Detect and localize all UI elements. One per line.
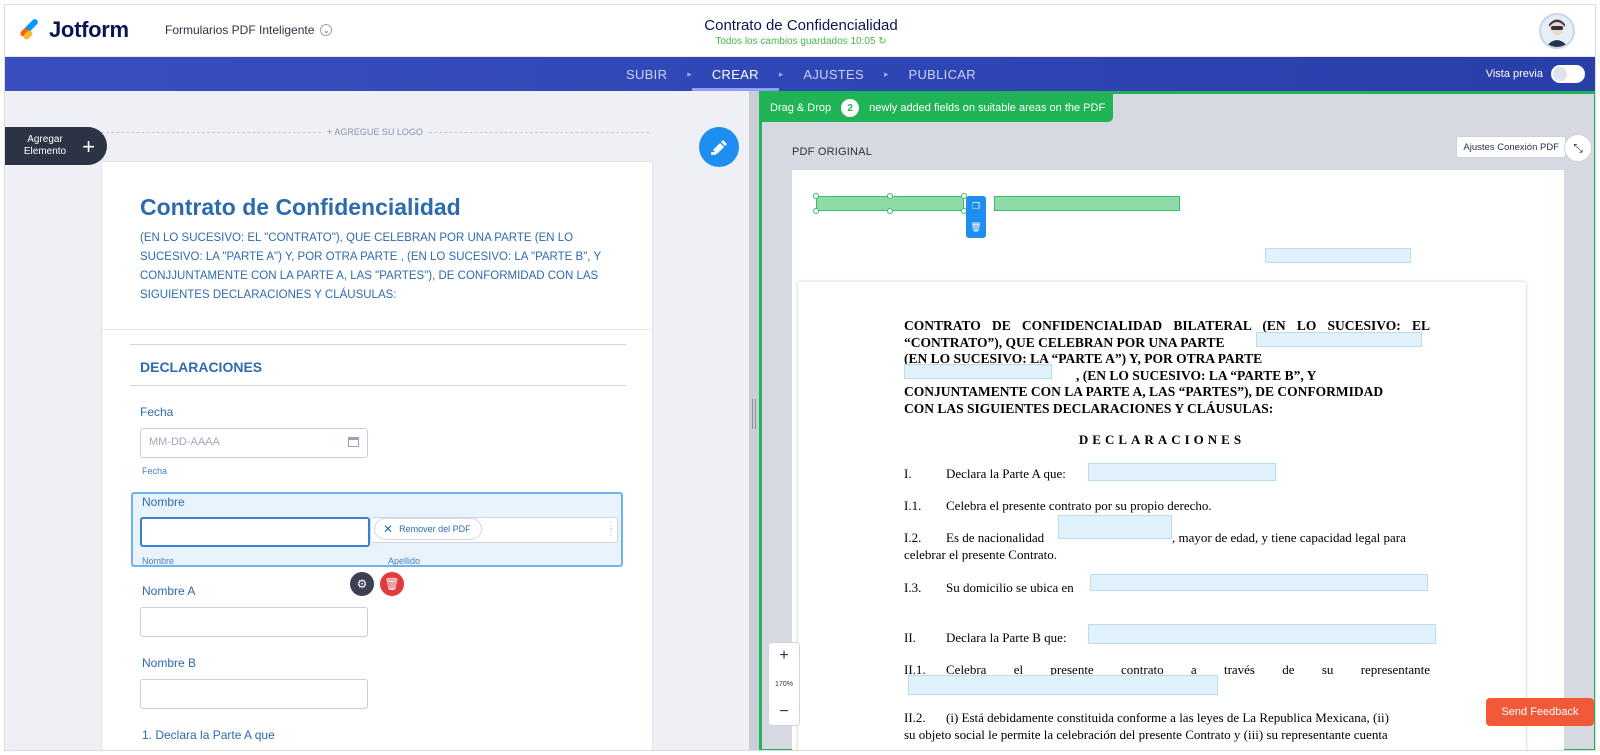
- clause-text: Su domicilio se ubica en: [946, 580, 1074, 595]
- drag-handle-icon[interactable]: ⋮ ⋮: [606, 522, 616, 538]
- zoom-level: 170%: [775, 680, 793, 688]
- clause-text: (i) Está debidamente constituida conform…: [946, 710, 1389, 725]
- top-bar: Jotform Formularios PDF Inteligente ⌄ Co…: [5, 5, 1595, 57]
- remove-from-pdf-label: Remover del PDF: [399, 524, 471, 534]
- clause-text: Declara la Parte B que:: [946, 630, 1067, 645]
- add-logo-link[interactable]: + AGREGUE SU LOGO: [101, 127, 649, 137]
- fecha-label: Fecha: [140, 405, 174, 419]
- add-element-button[interactable]: Agregar Elemento +: [5, 127, 107, 165]
- trash-icon: 🗑: [384, 577, 400, 591]
- resize-grip-icon: [752, 399, 756, 429]
- paint-roller-icon: [711, 140, 727, 155]
- app-window: Jotform Formularios PDF Inteligente ⌄ Co…: [4, 4, 1596, 751]
- plus-icon: +: [82, 134, 95, 159]
- pdf-field-toolbar: ❐ 🗑: [966, 196, 986, 238]
- banner-suffix: newly added fields on suitable areas on …: [869, 102, 1106, 114]
- user-avatar[interactable]: [1539, 13, 1575, 49]
- nombre-sublabel: Nombre: [142, 556, 175, 566]
- add-element-label: Agregar Elemento: [23, 134, 67, 157]
- clause-num: I.: [904, 466, 912, 481]
- form-card: Contrato de Confidencialidad (EN LO SUCE…: [101, 161, 653, 750]
- nombre-label: Nombre: [142, 495, 185, 509]
- section-declaraciones[interactable]: DECLARACIONES: [130, 344, 626, 386]
- fecha-sublabel: Fecha: [142, 466, 168, 476]
- resize-handle[interactable]: [887, 208, 893, 214]
- duplicate-icon[interactable]: ❐: [972, 201, 980, 212]
- clause-text: Celebra el presente contrato por su prop…: [946, 498, 1212, 513]
- pdf-original-label: PDF ORIGINAL: [792, 146, 873, 158]
- preview-label: Vista previa: [1485, 68, 1543, 80]
- nombre-a-input[interactable]: [140, 607, 368, 637]
- resize-handle[interactable]: [813, 193, 819, 199]
- step-subir[interactable]: SUBIR: [606, 57, 687, 91]
- preamble-line-4: CONJUNTAMENTE CON LA PARTE A, LAS “PARTE…: [904, 384, 1384, 399]
- pdf-page: ❐ 🗑 CONTRATO DE CONFIDENCIALIDAD BILATER…: [792, 170, 1564, 750]
- step-crear[interactable]: CREAR: [691, 57, 779, 91]
- gear-icon: ⚙: [356, 577, 368, 591]
- trash-icon[interactable]: 🗑: [970, 222, 981, 233]
- pdf-connection-settings-button[interactable]: Ajustes Conexión PDF: [1456, 136, 1566, 158]
- send-feedback-button[interactable]: Send Feedback: [1486, 698, 1594, 726]
- pdf-field[interactable]: [1088, 463, 1276, 481]
- fecha-input[interactable]: MM-DD-AAAA: [140, 428, 368, 458]
- field-settings-button[interactable]: ⚙: [350, 572, 374, 596]
- save-status: Todos los cambios guardados 10:05 ↻: [715, 36, 887, 47]
- remove-from-pdf-button[interactable]: ✕ Remover del PDF: [374, 518, 482, 540]
- step-ajustes[interactable]: AJUSTES: [783, 57, 884, 91]
- clause-text-tail: , mayor de edad, y tiene capacidad legal…: [1172, 530, 1406, 545]
- calendar-icon[interactable]: [348, 437, 359, 447]
- clause-num: I.3.: [904, 580, 922, 595]
- pdf-field[interactable]: [1088, 624, 1436, 644]
- nombre-first-input[interactable]: [140, 517, 370, 547]
- new-fields-count: 2: [841, 99, 860, 117]
- close-icon: ✕: [383, 522, 394, 536]
- pdf-field-parte-b[interactable]: [904, 364, 1052, 379]
- clause-text: Es de nacionalidad: [946, 530, 1045, 545]
- step-publicar[interactable]: PUBLICAR: [889, 57, 996, 91]
- collapse-icon[interactable]: ⤡: [1564, 134, 1592, 162]
- pdf-document-sheet: CONTRATO DE CONFIDENCIALIDAD BILATERAL (…: [798, 282, 1526, 750]
- pdf-field-domicilio[interactable]: [1090, 574, 1428, 591]
- nombre-a-label: Nombre A: [142, 584, 196, 598]
- form-title: Contrato de Confidencialidad: [140, 194, 461, 220]
- zoom-in-button[interactable]: +: [779, 647, 788, 665]
- resize-handle[interactable]: [887, 193, 893, 199]
- wizard-nav: SUBIR ▸ CREAR ▸ AJUSTES ▸ PUBLICAR Vista…: [5, 57, 1595, 91]
- form-builder-panel: + AGREGUE SU LOGO Agregar Elemento + Con…: [5, 91, 749, 750]
- panel-resizer[interactable]: [749, 91, 759, 750]
- apellido-sublabel: Apellido: [388, 556, 421, 566]
- zoom-out-button[interactable]: −: [779, 703, 788, 721]
- declaraciones-heading: DECLARACIONES: [1078, 432, 1246, 447]
- pdf-field-parte-a[interactable]: [1256, 332, 1422, 347]
- delete-field-button[interactable]: 🗑: [380, 572, 404, 596]
- fecha-placeholder: MM-DD-AAAA: [149, 436, 220, 448]
- form-subtitle: (EN LO SUCESIVO: EL "CONTRATO"), QUE CEL…: [140, 232, 601, 301]
- clause-text: Declara la Parte A que:: [946, 466, 1066, 481]
- preamble-line-5: CON LAS SIGUIENTES DECLARACIONES Y CLÁUS…: [904, 400, 1274, 416]
- pdf-field-representante[interactable]: [908, 675, 1218, 695]
- form-designer-button[interactable]: [699, 127, 739, 167]
- banner-prefix: Drag & Drop: [770, 102, 832, 114]
- drag-drop-banner: Drag & Drop 2 newly added fields on suit…: [762, 94, 1114, 122]
- pdf-field[interactable]: [1265, 248, 1411, 263]
- clause-text-cont: celebrar el presente Contrato.: [904, 547, 1058, 562]
- resize-handle[interactable]: [813, 208, 819, 214]
- document-title[interactable]: Contrato de Confidencialidad: [5, 17, 1595, 34]
- clause-num: II.2.: [904, 710, 926, 725]
- zoom-controls: + 170% −: [768, 642, 800, 726]
- preview-toggle[interactable]: [1551, 65, 1585, 83]
- clause-text-cont: su objeto social le permite la celebraci…: [904, 727, 1388, 742]
- nombre-b-input[interactable]: [140, 679, 368, 709]
- new-pdf-field[interactable]: [994, 196, 1180, 211]
- pdf-field-nacionalidad[interactable]: [1058, 515, 1172, 539]
- clause-num: I.2.: [904, 530, 922, 545]
- clause-num: I.1.: [904, 498, 922, 513]
- nombre-b-label: Nombre B: [142, 656, 197, 670]
- declara-parte-a-label: 1. Declara la Parte A que: [142, 728, 275, 742]
- form-header[interactable]: Contrato de Confidencialidad (EN LO SUCE…: [102, 162, 652, 330]
- pdf-preview-panel: Drag & Drop 2 newly added fields on suit…: [759, 91, 1595, 750]
- preview-toggle-group: Vista previa: [1486, 65, 1585, 83]
- clause-num: II.: [904, 630, 916, 645]
